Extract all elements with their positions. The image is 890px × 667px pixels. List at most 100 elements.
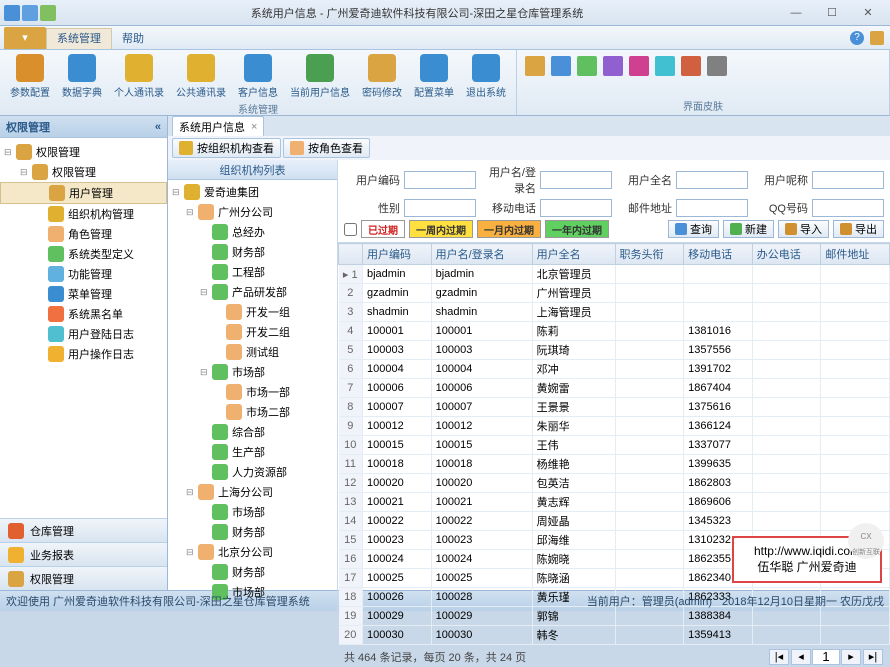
table-row[interactable]: 10100015100015王伟1337077	[339, 436, 890, 455]
expand-icon[interactable]: ⊟	[200, 287, 210, 297]
org-tree-item[interactable]: 工程部	[170, 262, 335, 282]
pager-last-button[interactable]: ▸|	[863, 649, 883, 665]
expand-icon[interactable]	[200, 527, 210, 537]
expand-icon[interactable]	[36, 329, 46, 339]
expand-icon[interactable]	[214, 307, 224, 317]
table-row[interactable]: 13100021100021黄志辉1869606	[339, 493, 890, 512]
action-button[interactable]: 导出	[833, 220, 884, 238]
skin-icon[interactable]	[525, 56, 545, 76]
menu-item[interactable]: 系统管理	[46, 28, 112, 49]
org-tree-item[interactable]: ⊟广州分公司	[170, 202, 335, 222]
nav-tree-item[interactable]: 系统黑名单	[0, 304, 167, 324]
nav-tree-item[interactable]: 用户登陆日志	[0, 324, 167, 344]
ribbon-button[interactable]: 退出系统	[460, 52, 512, 101]
table-row[interactable]: 8100007100007王景景1375616	[339, 398, 890, 417]
expand-icon[interactable]	[36, 269, 46, 279]
org-tree-item[interactable]: ⊟市场部	[170, 362, 335, 382]
action-button[interactable]: 导入	[778, 220, 829, 238]
org-tree-item[interactable]: 市场二部	[170, 402, 335, 422]
filter-input[interactable]	[812, 199, 884, 217]
expand-icon[interactable]	[200, 427, 210, 437]
expand-icon[interactable]	[214, 327, 224, 337]
table-row[interactable]: 9100012100012朱丽华1366124	[339, 417, 890, 436]
pager-next-button[interactable]: ▸	[841, 649, 861, 665]
filter-input[interactable]	[404, 171, 476, 189]
maximize-button[interactable]: ☐	[814, 3, 850, 23]
nav-stack-item[interactable]: 仓库管理	[0, 518, 167, 542]
expand-icon[interactable]	[200, 227, 210, 237]
expand-icon[interactable]	[36, 249, 46, 259]
ribbon-button[interactable]: 配置菜单	[408, 52, 460, 101]
grid-header[interactable]: 办公电话	[752, 244, 821, 265]
nav-tree-item[interactable]: 系统类型定义	[0, 244, 167, 264]
nav-tree-item[interactable]: 组织机构管理	[0, 204, 167, 224]
pager-page-input[interactable]	[812, 649, 840, 665]
expand-icon[interactable]	[36, 289, 46, 299]
close-tab-icon[interactable]: ×	[251, 121, 257, 133]
expand-icon[interactable]	[200, 507, 210, 517]
expand-icon[interactable]	[200, 567, 210, 577]
table-row[interactable]: 7100006100006黄婉雷1867404	[339, 379, 890, 398]
expand-icon[interactable]: ⊟	[4, 147, 14, 157]
table-row[interactable]: 5100003100003阮琪琦1357556	[339, 341, 890, 360]
nav-tree-item[interactable]: ⊟权限管理	[0, 142, 167, 162]
ribbon-button[interactable]: 参数配置	[4, 52, 56, 101]
org-tree-item[interactable]: 总经办	[170, 222, 335, 242]
user-grid[interactable]: 用户编码用户名/登录名用户全名职务头衔移动电话办公电话邮件地址▸ 1bjadmi…	[338, 243, 890, 645]
org-tree-item[interactable]: 开发一组	[170, 302, 335, 322]
nav-tree-item[interactable]: 功能管理	[0, 264, 167, 284]
org-tree-item[interactable]: 市场一部	[170, 382, 335, 402]
menu-item[interactable]: 帮助	[112, 29, 154, 49]
table-row[interactable]: 20100030100030韩冬1359413	[339, 626, 890, 645]
nav-tree-item[interactable]: 用户管理	[0, 182, 167, 204]
view-tab[interactable]: 按角色查看	[283, 138, 370, 158]
expand-icon[interactable]: ⊟	[172, 187, 182, 197]
action-button[interactable]: 查询	[668, 220, 719, 238]
document-tab[interactable]: 系统用户信息 ×	[172, 116, 264, 136]
filter-input[interactable]	[812, 171, 884, 189]
table-row[interactable]: 2gzadmingzadmin广州管理员	[339, 284, 890, 303]
org-tree-item[interactable]: 财务部	[170, 242, 335, 262]
legend-checkbox[interactable]	[344, 223, 357, 236]
pager-first-button[interactable]: |◂	[769, 649, 789, 665]
ribbon-button[interactable]: 密码修改	[356, 52, 408, 101]
expand-icon[interactable]: ⊟	[200, 367, 210, 377]
skin-icon[interactable]	[551, 56, 571, 76]
expand-icon[interactable]: ⊟	[186, 487, 196, 497]
org-tree-item[interactable]: 生产部	[170, 442, 335, 462]
expand-icon[interactable]: ⊟	[186, 207, 196, 217]
expand-icon[interactable]	[36, 229, 46, 239]
filter-input[interactable]	[404, 199, 476, 217]
filter-input[interactable]	[540, 199, 612, 217]
org-tree-item[interactable]: 人力资源部	[170, 462, 335, 482]
nav-tree-item[interactable]: 菜单管理	[0, 284, 167, 304]
quick-icon[interactable]	[22, 5, 38, 21]
ribbon-button[interactable]: 当前用户信息	[284, 52, 356, 101]
org-tree-item[interactable]: ⊟爱奇迪集团	[170, 182, 335, 202]
expand-icon[interactable]: ⊟	[186, 547, 196, 557]
table-row[interactable]: 14100022100022周娅晶1345323	[339, 512, 890, 531]
org-tree-item[interactable]: 财务部	[170, 522, 335, 542]
view-tab[interactable]: 按组织机构查看	[172, 138, 281, 158]
table-row[interactable]: 11100018100018杨维艳1399635	[339, 455, 890, 474]
quick-icon[interactable]	[40, 5, 56, 21]
grid-header[interactable]	[339, 244, 363, 265]
table-row[interactable]: 4100001100001陈莉1381016	[339, 322, 890, 341]
nav-tree-item[interactable]: 用户操作日志	[0, 344, 167, 364]
nav-stack-item[interactable]: 业务报表	[0, 542, 167, 566]
expand-icon[interactable]	[200, 267, 210, 277]
grid-header[interactable]: 职务头衔	[615, 244, 684, 265]
ribbon-button[interactable]: 个人通讯录	[108, 52, 170, 101]
expand-icon[interactable]	[200, 467, 210, 477]
expand-icon[interactable]	[37, 188, 47, 198]
skin-icon[interactable]	[707, 56, 727, 76]
skin-icon[interactable]	[629, 56, 649, 76]
grid-header[interactable]: 用户全名	[532, 244, 615, 265]
expand-icon[interactable]	[214, 407, 224, 417]
expand-icon[interactable]	[36, 349, 46, 359]
table-row[interactable]: 6100004100004邓冲1391702	[339, 360, 890, 379]
org-tree-item[interactable]: ⊟北京分公司	[170, 542, 335, 562]
expand-icon[interactable]	[36, 309, 46, 319]
grid-header[interactable]: 邮件地址	[821, 244, 890, 265]
table-row[interactable]: 3shadminshadmin上海管理员	[339, 303, 890, 322]
